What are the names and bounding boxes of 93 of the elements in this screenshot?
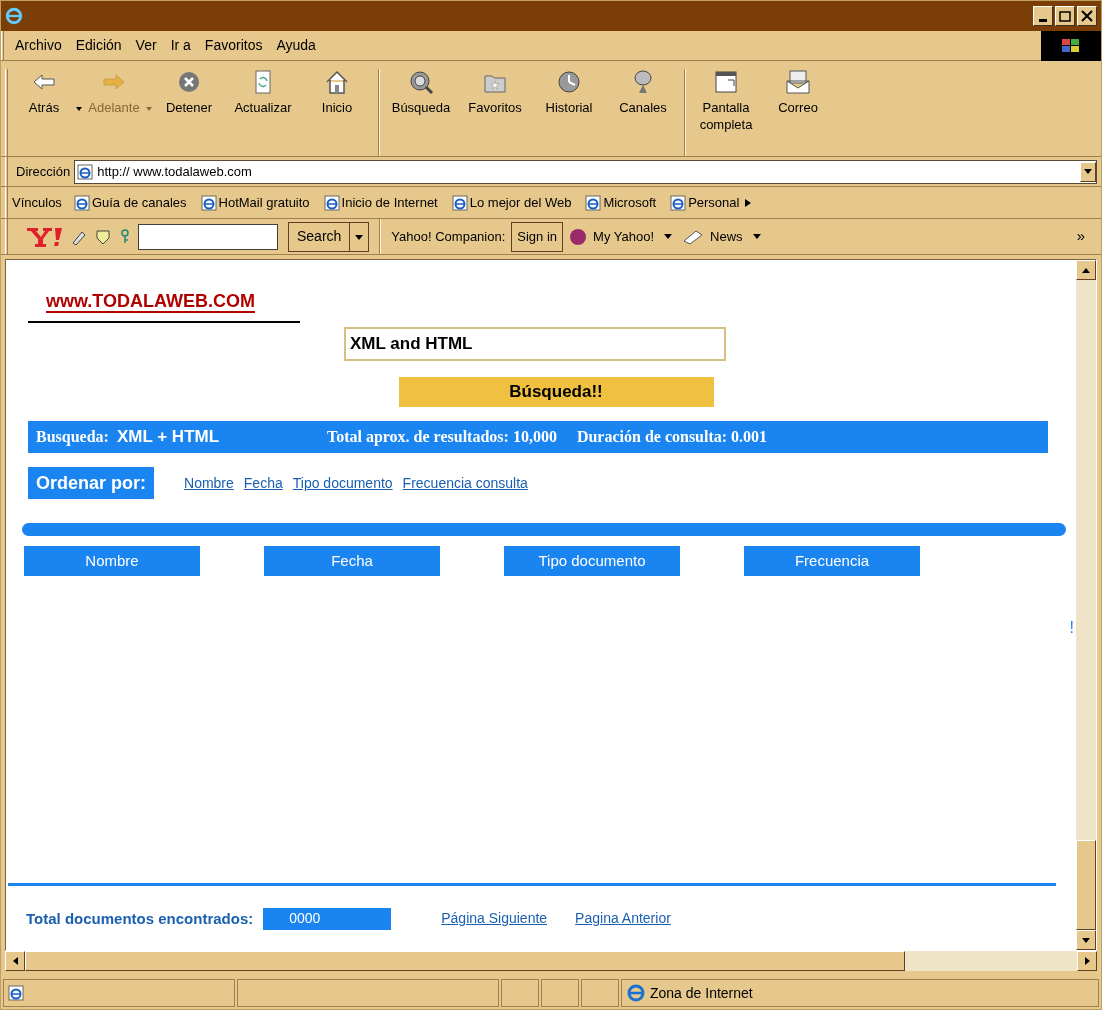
vertical-scrollbar[interactable] [1076, 260, 1096, 950]
link-item[interactable]: Personal [688, 192, 740, 213]
site-title: www.TODALAWEB.COM [46, 291, 255, 313]
address-field[interactable]: http:// www.todalaweb.com [74, 159, 1097, 184]
globe-magnifier-icon [407, 69, 435, 95]
address-label: Dirección [16, 162, 71, 181]
status-panel [501, 979, 539, 1007]
column-header: Nombre [24, 546, 200, 576]
toolbar-button[interactable]: Detener [152, 69, 226, 116]
link-item[interactable]: Inicio de Internet [341, 192, 438, 213]
horizontal-scrollbar[interactable] [5, 951, 1097, 971]
menu-item[interactable]: Ir a [163, 35, 198, 56]
minimize-button[interactable] [1033, 6, 1053, 26]
companion-label: Yahoo! Companion: [391, 227, 506, 246]
browser-logo-icon [626, 983, 646, 1003]
more-chevron[interactable]: » [1076, 225, 1085, 248]
column-header: Frecuencia [744, 546, 920, 576]
scroll-right-arrow-icon[interactable] [1084, 957, 1090, 965]
search-label: Busqueda: [36, 427, 109, 448]
sort-label: Ordenar por: [28, 467, 154, 499]
chevron-right-icon[interactable] [745, 198, 752, 207]
page-icon [200, 194, 217, 211]
toolbar-button[interactable]: Canales [606, 69, 680, 116]
page-icon [8, 985, 24, 1001]
pager-link[interactable]: Pagina Anterior [575, 908, 671, 930]
pager-link[interactable]: Página Siguiente [441, 908, 548, 930]
sort-link[interactable]: Nombre [184, 472, 234, 494]
toolbar-button[interactable]: Búsqueda [384, 69, 458, 116]
query-field[interactable]: XML and HTML [344, 327, 726, 361]
clock-icon [555, 69, 583, 95]
window-icon [712, 69, 740, 95]
page-icon [451, 194, 468, 211]
search-field[interactable] [138, 223, 278, 250]
security-zone: Zona de Internet [650, 983, 753, 1003]
menu-item[interactable]: Ayuda [269, 35, 323, 56]
column-header: Tipo documento [504, 546, 680, 576]
page-icon [670, 194, 687, 211]
total-documents-value: 0000 [263, 907, 392, 930]
key-icon[interactable] [118, 227, 132, 246]
query-duration: Duración de consulta: 0.001 [576, 427, 768, 447]
menu-item[interactable]: Favoritos [197, 35, 270, 56]
toolbar-button[interactable]: Actualizar [226, 69, 300, 116]
close-icon [1081, 10, 1093, 22]
page-icon [323, 194, 340, 211]
menu-item[interactable]: Archivo [8, 35, 69, 56]
column-header: Fecha [264, 546, 440, 576]
windows-flag-icon [1060, 36, 1082, 55]
avatar-circle-icon [569, 227, 588, 246]
dropdown-arrow-icon[interactable] [664, 233, 672, 240]
links-label: Vínculos [12, 193, 62, 212]
page-icon [77, 163, 94, 180]
link-item[interactable]: Guía de canales [91, 192, 187, 213]
status-panel [541, 979, 579, 1007]
search-terms: XML + HTML [116, 426, 221, 449]
dropdown-arrow-icon[interactable] [752, 233, 761, 240]
page-icon [73, 194, 90, 211]
scroll-thumb[interactable] [25, 951, 905, 971]
close-button[interactable] [1077, 6, 1097, 26]
sort-link[interactable]: Tipo documento [292, 472, 393, 494]
scroll-thumb[interactable] [1076, 840, 1096, 930]
menu-item[interactable]: Ver [128, 35, 164, 56]
browser-logo-icon [5, 7, 23, 25]
dropdown-arrow-icon[interactable] [76, 107, 82, 111]
news-link[interactable]: News [710, 226, 743, 247]
scroll-down-arrow-icon[interactable] [1082, 937, 1090, 943]
link-item[interactable]: HotMail gratuito [218, 192, 310, 213]
status-panel [581, 979, 619, 1007]
sort-link[interactable]: Frecuencia consulta [402, 472, 528, 494]
sign-in-button[interactable]: Sign in [511, 221, 564, 252]
maximize-button[interactable] [1055, 6, 1075, 26]
mail-icon [784, 69, 812, 95]
scroll-up-arrow-icon[interactable] [1082, 267, 1090, 273]
maximize-icon [1059, 10, 1071, 22]
minimize-icon [1039, 18, 1047, 22]
my-yahoo-link[interactable]: My Yahoo! [593, 226, 654, 247]
page-icon [585, 194, 602, 211]
shield-icon[interactable] [94, 227, 112, 246]
toolbar-button[interactable]: Inicio [300, 69, 374, 116]
total-documents-label: Total documentos encontrados: [26, 908, 254, 929]
scroll-left-arrow-icon[interactable] [12, 957, 18, 965]
search-submit-button[interactable]: Búsqueda!! [398, 377, 714, 407]
toolbar-button[interactable]: Atrás [12, 69, 76, 116]
toolbar-button[interactable]: Correo [762, 69, 834, 116]
total-results: Total aprox. de resultados: 10,000 [326, 427, 557, 448]
sort-link[interactable]: Fecha [243, 472, 283, 494]
newspaper-icon [682, 228, 704, 245]
exclamation-mark: ! [1069, 618, 1074, 638]
link-item[interactable]: Lo mejor del Web [469, 192, 572, 213]
toolbar-button[interactable]: Historial [532, 69, 606, 116]
toolbar-button[interactable]: Favoritos [458, 69, 532, 116]
link-item[interactable]: Microsoft [603, 192, 657, 213]
menu-item[interactable]: Edición [68, 35, 129, 56]
toolbar-button[interactable]: Pantalla completa [690, 69, 762, 133]
